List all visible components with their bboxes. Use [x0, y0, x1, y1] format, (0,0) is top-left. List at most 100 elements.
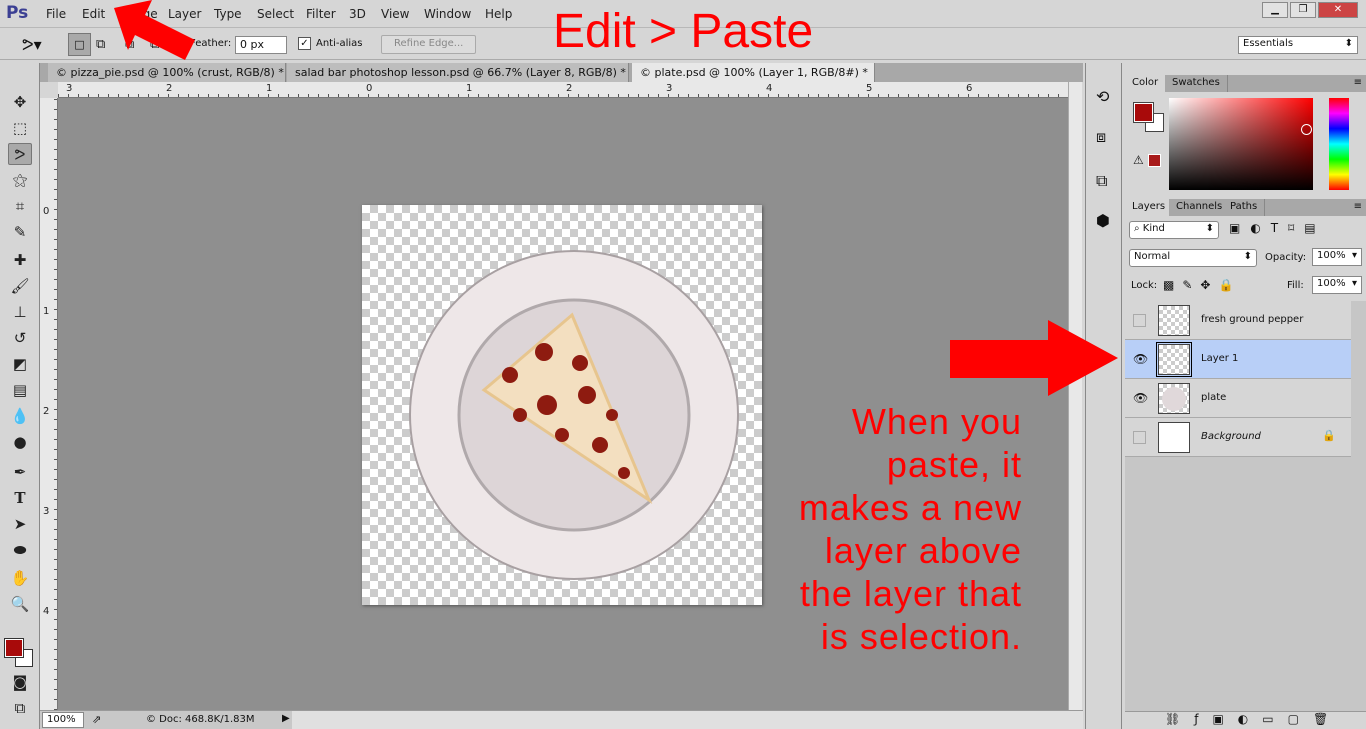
annotation-title: Edit > Paste	[553, 5, 814, 58]
panel-menu-icon[interactable]: ≡	[1354, 201, 1362, 212]
document-size: © Doc: 468.8K/1.83M	[146, 714, 255, 725]
hand-tool-icon[interactable]: ✋	[8, 567, 32, 589]
horizontal-scrollbar[interactable]	[292, 711, 1083, 729]
history-panel-icon[interactable]: ⟲	[1096, 87, 1109, 106]
feather-input[interactable]: 0 px	[235, 36, 287, 54]
refine-edge-button[interactable]: Refine Edge...	[381, 35, 477, 54]
plate-with-pizza-image	[409, 250, 739, 580]
pen-tool-icon[interactable]: ✒	[8, 461, 32, 483]
properties-panel-icon[interactable]: ⧉	[1096, 171, 1107, 191]
cube-icon[interactable]: ⬢	[1096, 211, 1110, 230]
gamut-swatch[interactable]	[1148, 154, 1161, 167]
eraser-tool-icon[interactable]: ◩	[8, 353, 32, 375]
annotation-note: When you paste, it makes a new layer abo…	[722, 400, 1022, 658]
layers-footer-icons[interactable]: ⛓ƒ▣◐▭▢🗑	[1125, 711, 1366, 729]
crop-tool-icon[interactable]: ⌗	[8, 195, 32, 217]
blur-tool-icon[interactable]: 💧	[8, 405, 32, 427]
menu-window[interactable]: Window	[424, 7, 471, 21]
tab-plate[interactable]: © plate.psd @ 100% (Layer 1, RGB/8#) * ×	[632, 63, 875, 92]
layer-name: fresh ground pepper	[1201, 314, 1304, 325]
new-selection-icon[interactable]: □	[68, 33, 91, 56]
3d-panel-icon[interactable]: ⧈	[1096, 127, 1106, 147]
marquee-tool-icon[interactable]: ⬚	[8, 117, 32, 139]
color-field[interactable]	[1169, 98, 1313, 190]
panel-menu-icon[interactable]: ≡	[1354, 77, 1362, 88]
healing-brush-tool-icon[interactable]: ✚	[8, 249, 32, 271]
magic-wand-tool-icon[interactable]: ⚝	[8, 169, 32, 191]
move-tool-icon[interactable]: ✥	[8, 91, 32, 113]
tab-swatches[interactable]: Swatches	[1165, 75, 1228, 92]
workspace-select[interactable]: Essentials ⬍	[1238, 36, 1358, 54]
menu-filter[interactable]: Filter	[306, 7, 336, 21]
layer-row-layer-1[interactable]: 👁 Layer 1	[1125, 340, 1351, 379]
vertical-ruler: 0 1 2 3 4	[40, 98, 58, 710]
document-canvas[interactable]	[362, 205, 762, 605]
ruler-label: 6	[966, 83, 973, 94]
red-arrow-right	[950, 320, 1118, 396]
zoom-tool-icon[interactable]: 🔍	[8, 593, 32, 615]
blend-mode-value: Normal	[1134, 251, 1171, 262]
layer-row-background[interactable]: Background 🔒	[1125, 418, 1351, 457]
eyedropper-tool-icon[interactable]: ✎	[8, 221, 32, 243]
lasso-tool-icon[interactable]: ᕗ	[8, 143, 32, 165]
menu-3d[interactable]: 3D	[349, 7, 366, 21]
layer-row-fresh-ground-pepper[interactable]: fresh ground pepper	[1125, 301, 1351, 340]
gradient-tool-icon[interactable]: ▤	[8, 379, 32, 401]
lock-icons[interactable]: ▩✎✥🔒	[1163, 278, 1241, 292]
eye-icon[interactable]: 👁	[1133, 353, 1148, 366]
color-picker-cursor[interactable]	[1301, 124, 1312, 135]
restore-button[interactable]: ❐	[1290, 2, 1316, 18]
status-menu-arrow-icon[interactable]: ▶	[282, 713, 290, 724]
ellipse-tool-icon[interactable]: ⬬	[8, 539, 32, 561]
quick-mask-icon[interactable]: ◙	[8, 671, 32, 693]
ruler-label: 4	[766, 83, 773, 94]
lasso-tool-preset-icon[interactable]: ᕗ▾	[22, 35, 42, 54]
visibility-toggle[interactable]	[1133, 314, 1146, 327]
path-selection-tool-icon[interactable]: ➤	[8, 513, 32, 535]
type-tool-icon[interactable]: T	[8, 487, 32, 509]
layer-thumbnail	[1158, 383, 1190, 414]
dodge-tool-icon[interactable]: ●	[8, 431, 32, 453]
close-button[interactable]: ✕	[1318, 2, 1358, 18]
screen-mode-icon[interactable]: ⧉	[8, 697, 32, 719]
hue-slider[interactable]	[1329, 98, 1349, 190]
layer-name: Layer 1	[1201, 353, 1239, 364]
layer-row-plate[interactable]: 👁 plate	[1125, 379, 1351, 418]
layer-filter-icons[interactable]: ▣◐T⌑▤	[1229, 221, 1326, 235]
tab-layers[interactable]: Layers	[1125, 199, 1174, 216]
zoom-level-field[interactable]: 100%	[42, 712, 84, 728]
fill-label: Fill:	[1287, 280, 1304, 291]
blend-mode-select[interactable]: Normal ⬍	[1129, 249, 1257, 267]
menu-select[interactable]: Select	[257, 7, 294, 21]
layer-thumbnail	[1158, 305, 1190, 336]
stamp-tool-icon[interactable]: ⊥	[8, 301, 32, 323]
layers-list: fresh ground pepper 👁 Layer 1 👁 plate Ba…	[1125, 301, 1366, 711]
brush-tool-icon[interactable]: 🖌	[8, 275, 32, 297]
tab-label: © pizza_pie.psd @ 100% (crust, RGB/8) *	[56, 66, 284, 79]
tools-panel: ✥ ⬚ ᕗ ⚝ ⌗ ✎ ✚ 🖌 ⊥ ↺ ◩ ▤ 💧 ● ✒ T ➤ ⬬ ✋ 🔍 …	[0, 63, 40, 729]
menu-help[interactable]: Help	[485, 7, 512, 21]
visibility-toggle[interactable]	[1133, 431, 1146, 444]
tab-pizza-pie[interactable]: © pizza_pie.psd @ 100% (crust, RGB/8) * …	[48, 63, 286, 92]
share-icon[interactable]: ⇗	[92, 713, 101, 726]
note-line: makes a new	[798, 487, 1022, 528]
foreground-color-swatch[interactable]	[4, 638, 24, 658]
tab-paths[interactable]: Paths	[1223, 199, 1266, 216]
layer-filter-select[interactable]: ⌕ Kind ⬍	[1129, 221, 1219, 239]
eye-icon[interactable]: 👁	[1133, 392, 1148, 405]
menu-file[interactable]: File	[46, 7, 66, 21]
note-line: paste, it	[886, 444, 1022, 485]
layer-thumbnail	[1158, 422, 1190, 453]
menu-type[interactable]: Type	[214, 7, 242, 21]
fill-input[interactable]: 100% ▾	[1312, 276, 1362, 294]
tab-channels[interactable]: Channels	[1169, 199, 1231, 216]
color-foreground-swatch[interactable]	[1133, 102, 1154, 123]
history-brush-tool-icon[interactable]: ↺	[8, 327, 32, 349]
layer-thumbnail	[1156, 342, 1192, 377]
tab-salad-bar[interactable]: salad bar photoshop lesson.psd @ 66.7% (…	[287, 63, 629, 92]
opacity-input[interactable]: 100% ▾	[1312, 248, 1362, 266]
menu-view[interactable]: View	[381, 7, 409, 21]
anti-alias-checkbox[interactable]: ✓	[298, 37, 311, 50]
tab-color[interactable]: Color	[1125, 75, 1167, 92]
minimize-button[interactable]: ▁	[1262, 2, 1288, 18]
